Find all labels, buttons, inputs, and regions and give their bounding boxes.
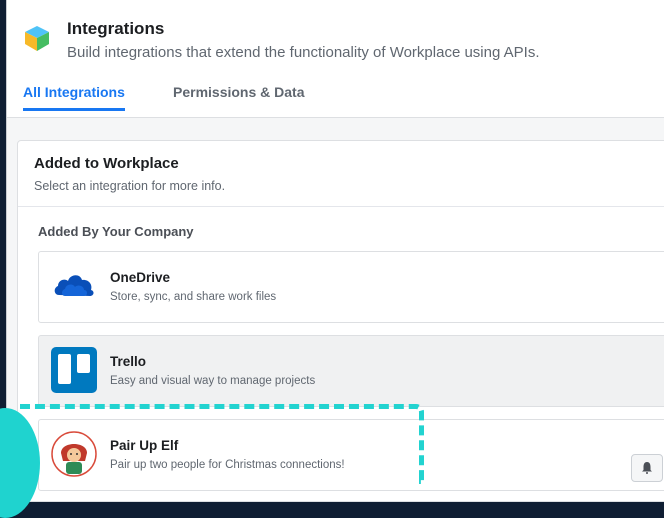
bell-icon — [642, 462, 652, 474]
page-subtitle: Build integrations that extend the funct… — [67, 44, 540, 61]
integration-description: Store, sync, and share work files — [110, 291, 277, 303]
notification-button[interactable] — [631, 454, 663, 482]
highlight-dashed-outline — [20, 404, 424, 484]
page-title: Integrations — [67, 19, 165, 38]
integration-name: OneDrive — [110, 270, 171, 285]
integration-description: Easy and visual way to manage projects — [110, 375, 316, 387]
integration-name: Trello — [110, 354, 147, 369]
integration-card-onedrive[interactable]: OneDrive Store, sync, and share work fil… — [38, 251, 664, 323]
panel-subtitle: Select an integration for more info. — [34, 179, 226, 193]
tab-all-integrations[interactable]: All Integrations — [23, 84, 125, 111]
integrations-cube-icon — [25, 26, 49, 51]
section-label: Added By Your Company — [38, 224, 194, 239]
panel-header: Added to Workplace Select an integration… — [18, 141, 664, 207]
header: Integrations Build integrations that ext… — [7, 0, 664, 118]
onedrive-cloud-icon — [54, 275, 94, 296]
integration-card-trello[interactable]: Trello Easy and visual way to manage pro… — [38, 335, 664, 407]
trello-icon — [51, 347, 97, 393]
panel-title: Added to Workplace — [34, 155, 179, 172]
tab-permissions-data[interactable]: Permissions & Data — [173, 84, 305, 108]
